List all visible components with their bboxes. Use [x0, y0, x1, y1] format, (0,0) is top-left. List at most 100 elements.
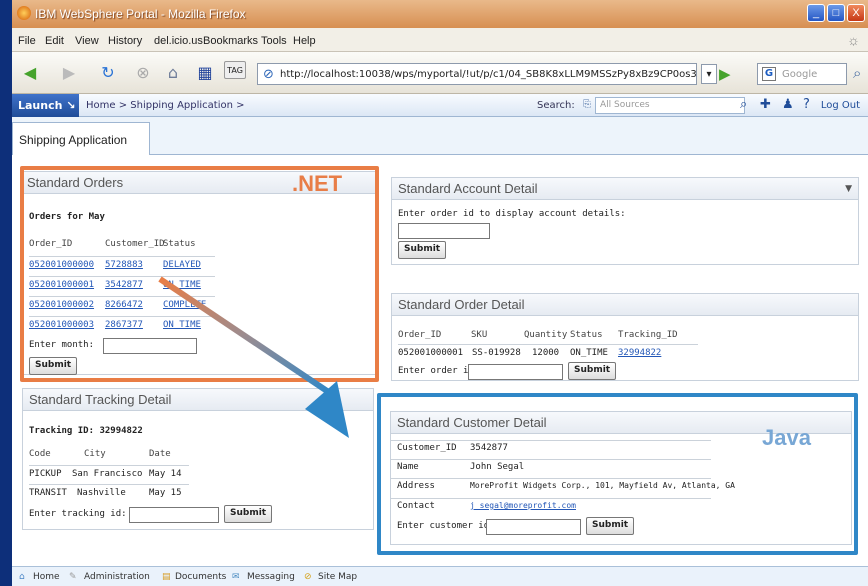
portal-search-label: Search: — [537, 100, 575, 111]
launch-button[interactable]: Launch ↘ — [12, 94, 79, 117]
add-icon[interactable]: ✚ — [760, 97, 771, 112]
bookmark-grid-icon[interactable]: ▦ — [193, 61, 217, 85]
order-detail-portlet: Standard Order Detail Order_ID SKU Quant… — [391, 293, 859, 381]
tracking-id: Tracking ID: 32994822 — [29, 426, 143, 436]
site-map-icon[interactable]: ⊘ — [304, 572, 312, 582]
od-sku: SS-019928 — [472, 348, 521, 358]
tracking-input[interactable] — [129, 507, 219, 523]
google-placeholder: Google — [782, 69, 818, 80]
tracking-divider — [29, 484, 189, 485]
menu-bar: File Edit View History del.icio.us Bookm… — [12, 28, 868, 52]
menu-history[interactable]: History — [108, 35, 142, 47]
tracking-header-city: City — [84, 449, 106, 459]
tracking-submit-button[interactable]: Submit — [224, 505, 273, 523]
od-quantity: 12000 — [532, 348, 560, 358]
od-order-input[interactable] — [468, 364, 563, 380]
maximize-button[interactable]: □ — [827, 4, 845, 22]
close-button[interactable]: X — [847, 4, 865, 22]
logout-link[interactable]: Log Out — [821, 100, 860, 111]
window-title: IBM WebSphere Portal - Mozilla Firefox — [35, 7, 246, 21]
tracking-header-code: Code — [29, 449, 51, 459]
search-magnifier-icon[interactable]: ⌕ — [853, 64, 867, 84]
throbber-icon: ☼ — [847, 32, 860, 48]
footer-home-link[interactable]: Home — [33, 572, 60, 582]
page-tabs: Shipping Application — [12, 117, 868, 156]
tag-icon[interactable]: TAG — [224, 61, 246, 79]
url-value: http://localhost:10038/wps/myportal/!ut/… — [280, 69, 697, 80]
user-icon[interactable]: ♟ — [782, 97, 794, 112]
url-field[interactable]: ⊘ http://localhost:10038/wps/myportal/!u… — [257, 63, 697, 85]
order-detail-title: Standard Order Detail — [392, 294, 858, 316]
tracking-city: San Francisco — [72, 469, 143, 479]
od-order: 052001000001 — [398, 348, 464, 358]
launch-label: Launch — [18, 99, 63, 112]
portal-toolbar: Launch ↘ Home > Shipping Application > S… — [12, 94, 868, 117]
account-detail-portlet: Standard Account Detail ▼ Enter order id… — [391, 177, 859, 265]
navigation-toolbar: ◀ ▶ ↻ ⊗ ⌂ ▦ TAG ⊘ http://localhost:10038… — [12, 52, 868, 94]
menu-bookmarks[interactable]: Bookmarks — [203, 35, 258, 47]
footer-administration-link[interactable]: Administration — [84, 572, 150, 582]
menu-edit[interactable]: Edit — [45, 35, 64, 47]
help-icon[interactable]: ? — [803, 97, 810, 112]
back-icon[interactable]: ◀ — [18, 61, 42, 85]
google-icon: G — [762, 67, 776, 81]
go-icon[interactable]: ▶ — [719, 64, 739, 84]
documents-icon[interactable]: ▤ — [162, 572, 171, 582]
tracking-city: Nashville — [77, 488, 126, 498]
site-icon: ⊘ — [263, 67, 274, 82]
od-header-tracking: Tracking_ID — [618, 330, 678, 340]
od-header-sku: SKU — [471, 330, 488, 340]
footer-messaging-link[interactable]: Messaging — [247, 572, 295, 582]
portal-search-input[interactable]: All Sources — [595, 97, 745, 114]
footer-site-map-link[interactable]: Site Map — [318, 572, 357, 582]
breadcrumb[interactable]: Home > Shipping Application > — [86, 100, 245, 111]
google-search[interactable]: G Google — [757, 63, 847, 85]
messaging-icon[interactable]: ✉ — [232, 572, 240, 582]
url-dropdown-icon[interactable]: ▾ — [701, 64, 717, 84]
menu-delicious[interactable]: del.icio.us — [154, 35, 203, 47]
tracking-input-label: Enter tracking id: — [29, 509, 127, 519]
net-highlight-frame — [20, 166, 379, 382]
minimize-button[interactable]: _ — [807, 4, 825, 22]
tracking-date: May 15 — [149, 488, 182, 498]
od-status: ON_TIME — [570, 348, 608, 358]
menu-file[interactable]: File — [18, 35, 36, 47]
tracking-detail-portlet: Standard Tracking Detail Tracking ID: 32… — [22, 388, 374, 530]
home-icon[interactable]: ⌂ — [161, 61, 185, 85]
account-prompt: Enter order id to display account detail… — [398, 209, 626, 219]
java-label: Java — [762, 425, 811, 450]
menu-view[interactable]: View — [75, 35, 99, 47]
tracking-link[interactable]: 32994822 — [618, 348, 661, 358]
account-title: Standard Account Detail — [392, 178, 858, 200]
net-label: .NET — [292, 171, 343, 196]
account-menu-icon[interactable]: ▼ — [845, 184, 852, 194]
window-titlebar: IBM WebSphere Portal - Mozilla Firefox _… — [12, 0, 868, 28]
tracking-code: TRANSIT — [29, 488, 67, 498]
od-header-order: Order_ID — [398, 330, 442, 340]
tracking-header-date: Date — [149, 449, 171, 459]
od-header-status: Status — [570, 330, 603, 340]
stop-icon[interactable]: ⊗ — [131, 61, 155, 85]
launch-arrow-icon: ↘ — [66, 99, 76, 112]
firefox-icon — [17, 6, 31, 20]
reload-icon[interactable]: ↻ — [96, 61, 120, 85]
order-detail-divider — [398, 344, 698, 345]
account-submit-button[interactable]: Submit — [398, 241, 447, 259]
search-scope: All Sources — [600, 100, 650, 110]
account-order-input[interactable] — [398, 223, 490, 239]
menu-help[interactable]: Help — [293, 35, 316, 47]
od-header-quantity: Quantity — [524, 330, 568, 340]
java-highlight-frame — [377, 393, 858, 555]
portal-search-button-icon[interactable]: ⌕ — [740, 97, 747, 112]
menu-tools[interactable]: Tools — [261, 35, 287, 47]
search-scope-icon[interactable]: ⎘ — [583, 99, 591, 110]
tracking-date: May 14 — [149, 469, 182, 479]
footer-home-icon[interactable]: ⌂ — [19, 572, 25, 582]
tracking-code: PICKUP — [29, 469, 62, 479]
administration-icon[interactable]: ✎ — [69, 572, 77, 582]
forward-icon[interactable]: ▶ — [57, 61, 81, 85]
tab-shipping-application[interactable]: Shipping Application — [12, 122, 150, 156]
od-submit-button[interactable]: Submit — [568, 362, 617, 380]
footer-documents-link[interactable]: Documents — [175, 572, 226, 582]
portal-footer: ⌂ Home ✎ Administration ▤ Documents ✉ Me… — [12, 566, 868, 586]
